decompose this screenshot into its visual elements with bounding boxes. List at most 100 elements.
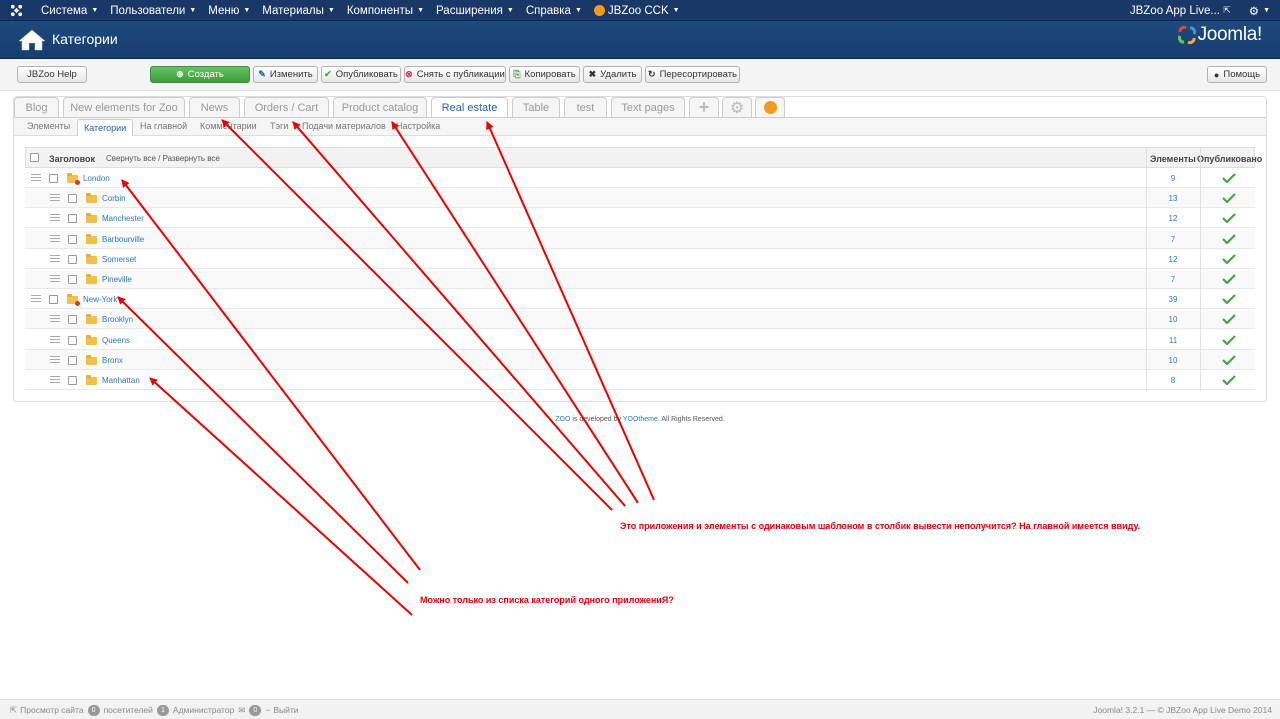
yootheme-link[interactable]: YOOtheme <box>623 416 658 423</box>
category-name-link[interactable]: London <box>83 174 110 183</box>
published-check-icon[interactable] <box>1222 334 1236 345</box>
published-check-icon[interactable] <box>1222 274 1236 284</box>
category-name-link[interactable]: Queens <box>102 336 130 345</box>
drag-handle-icon[interactable] <box>50 194 60 202</box>
site-link[interactable]: JBZoo App Live... ⇱ <box>1122 5 1231 17</box>
row-checkbox[interactable] <box>68 254 77 264</box>
drag-handle-icon[interactable] <box>50 234 60 242</box>
drag-handle-icon[interactable] <box>50 254 60 262</box>
published-check-icon[interactable] <box>1222 193 1236 204</box>
drag-handle-icon[interactable] <box>50 335 60 343</box>
tab-new-elements[interactable]: New elements for Zoo <box>63 97 185 117</box>
subtab-config[interactable]: Настройка <box>396 121 440 131</box>
item-count-link[interactable]: 10 <box>1146 356 1200 365</box>
unpublish-button[interactable]: ⊗ Снять с публикации <box>404 66 506 83</box>
menu-jbzoo[interactable]: JBZoo CCK ▼ <box>588 5 686 17</box>
zoo-link[interactable]: ZOO <box>555 416 570 423</box>
tab-orders-cart[interactable]: Orders / Cart <box>244 97 329 117</box>
copy-button[interactable]: ⎘ Копировать <box>509 66 580 83</box>
row-checkbox[interactable] <box>68 335 77 345</box>
messages-badge[interactable]: 0 <box>249 704 262 716</box>
row-checkbox[interactable] <box>68 234 77 244</box>
column-items[interactable]: Элементы <box>1150 154 1196 164</box>
published-check-icon[interactable] <box>1222 355 1236 365</box>
joomla-logo-icon[interactable] <box>10 4 23 17</box>
item-count-link[interactable]: 7 <box>1146 235 1200 244</box>
published-check-icon[interactable] <box>1222 314 1236 325</box>
row-checkbox[interactable] <box>49 295 58 305</box>
published-check-icon[interactable] <box>1222 375 1236 385</box>
published-check-icon[interactable] <box>1222 254 1236 264</box>
jbzoo-help-button[interactable]: JBZoo Help <box>17 66 87 83</box>
row-checkbox[interactable] <box>68 194 77 204</box>
tab-settings[interactable]: ⚙ <box>722 97 752 117</box>
menu-content[interactable]: Материалы ▼ <box>256 5 341 17</box>
tab-real-estate[interactable]: Real estate <box>431 97 508 118</box>
menu-users[interactable]: Пользователи ▼ <box>104 5 202 17</box>
item-count-link[interactable]: 13 <box>1146 194 1200 203</box>
tab-table[interactable]: Table <box>512 97 560 117</box>
select-all-checkbox[interactable] <box>30 153 39 162</box>
subtab-frontpage[interactable]: На главной <box>140 121 187 131</box>
menu-menus[interactable]: Меню ▼ <box>202 5 256 17</box>
subtab-submissions[interactable]: Подачи материалов <box>302 121 386 131</box>
preview-site-link[interactable]: Просмотр сайта <box>20 705 83 715</box>
row-checkbox[interactable] <box>68 214 77 224</box>
item-count-link[interactable]: 10 <box>1146 315 1200 324</box>
drag-handle-icon[interactable] <box>50 376 60 383</box>
subtab-comments[interactable]: Комментарии <box>200 121 257 131</box>
drag-handle-icon[interactable] <box>50 214 60 222</box>
tab-news[interactable]: News <box>189 97 240 117</box>
published-check-icon[interactable] <box>1222 213 1236 224</box>
subtab-categories[interactable]: Категории <box>77 119 134 136</box>
tab-test[interactable]: test <box>564 97 607 117</box>
drag-handle-icon[interactable] <box>31 174 41 181</box>
create-button[interactable]: ⊕ Создать <box>150 66 250 83</box>
subtab-tags[interactable]: Тэги <box>270 121 288 131</box>
tab-jbzoo[interactable] <box>755 97 785 117</box>
row-checkbox[interactable] <box>68 376 77 385</box>
menu-system[interactable]: Система ▼ <box>35 5 104 17</box>
menu-help[interactable]: Справка ▼ <box>520 5 588 17</box>
drag-handle-icon[interactable] <box>50 315 60 323</box>
drag-handle-icon[interactable] <box>31 295 41 303</box>
settings-menu[interactable]: ⚙ ▼ <box>1231 4 1270 18</box>
published-check-icon[interactable] <box>1222 294 1236 305</box>
collapse-expand-link[interactable]: Свернуть все / Развернуть все <box>106 154 220 163</box>
category-name-link[interactable]: New-York <box>83 295 117 304</box>
item-count-link[interactable]: 12 <box>1146 214 1200 223</box>
tab-add-app[interactable]: + <box>689 97 719 117</box>
category-name-link[interactable]: Corbin <box>102 194 126 203</box>
tab-product-catalog[interactable]: Product catalog <box>333 97 427 117</box>
item-count-link[interactable]: 8 <box>1146 376 1200 385</box>
published-check-icon[interactable] <box>1222 173 1236 183</box>
row-checkbox[interactable] <box>68 315 77 325</box>
tab-blog[interactable]: Blog <box>14 97 59 117</box>
logout-link[interactable]: Выйти <box>273 705 298 715</box>
subtab-elements[interactable]: Элементы <box>27 121 70 131</box>
row-checkbox[interactable] <box>68 355 77 365</box>
column-published[interactable]: Опубликовано <box>1197 154 1262 164</box>
edit-button[interactable]: ✎ Изменить <box>253 66 318 83</box>
item-count-link[interactable]: 7 <box>1146 275 1200 284</box>
delete-button[interactable]: ✖ Удалить <box>583 66 642 83</box>
item-count-link[interactable]: 9 <box>1146 174 1200 183</box>
menu-components[interactable]: Компоненты ▼ <box>341 5 430 17</box>
published-check-icon[interactable] <box>1222 233 1236 244</box>
menu-extensions[interactable]: Расширения ▼ <box>430 5 520 17</box>
tab-text-pages[interactable]: Text pages <box>611 97 685 117</box>
drag-handle-icon[interactable] <box>50 275 60 282</box>
row-checkbox[interactable] <box>68 275 77 284</box>
resort-button[interactable]: ↻ Пересортировать <box>645 66 740 83</box>
row-checkbox[interactable] <box>49 174 58 183</box>
column-title[interactable]: Заголовок <box>49 154 95 164</box>
publish-button[interactable]: ✔ Опубликовать <box>321 66 401 83</box>
item-count-link[interactable]: 12 <box>1146 255 1200 264</box>
category-name-link[interactable]: Brooklyn <box>102 315 133 324</box>
category-name-link[interactable]: Bronx <box>102 356 123 365</box>
item-count-link[interactable]: 39 <box>1146 295 1200 304</box>
item-count-link[interactable]: 11 <box>1146 336 1200 345</box>
help-button[interactable]: ● Помощь <box>1207 66 1267 83</box>
category-name-link[interactable]: Barbourville <box>102 235 144 244</box>
drag-handle-icon[interactable] <box>50 355 60 363</box>
